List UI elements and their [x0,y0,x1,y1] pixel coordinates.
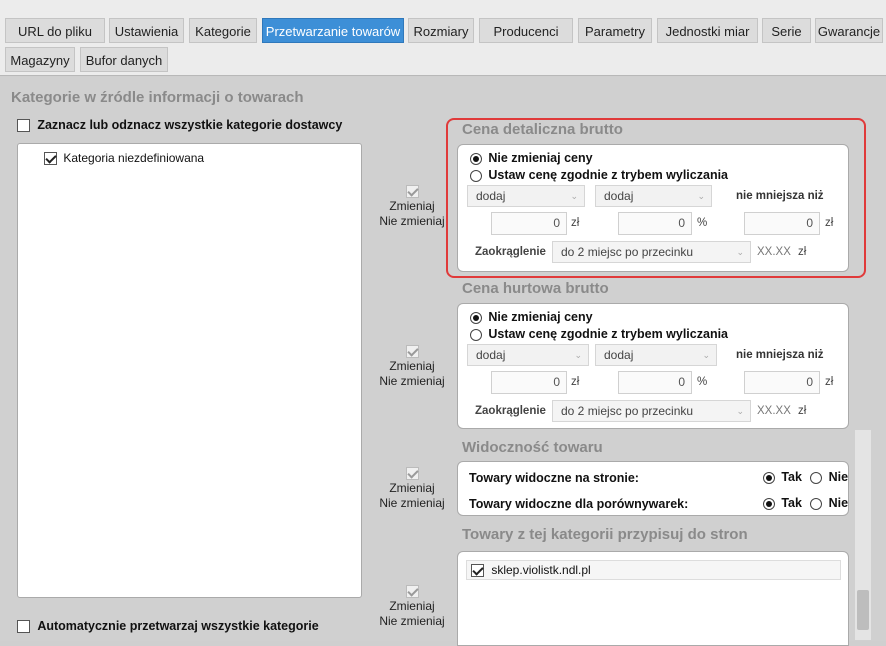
wholesale-round-select[interactable]: do 2 miejsc po przecinku ⌄ [552,400,751,422]
wholesale-calc-option[interactable]: Ustaw cenę zgodnie z trybem wyliczania [470,327,728,341]
tab-url[interactable]: URL do pliku [5,18,105,43]
visibility-row1-yes-radio[interactable] [763,471,775,484]
tab-sizes[interactable]: Rozmiary [408,18,474,43]
tab-warranty[interactable]: Gwarancje [815,18,883,43]
wholesale-calc-radio[interactable] [470,328,482,341]
category-checkbox[interactable] [44,152,57,166]
toggle-retail[interactable]: Zmieniaj Nie zmieniaj [376,184,448,229]
wholesale-val2-input[interactable]: 0 [618,371,692,394]
wholesale-min-label: nie mniejsza niż [736,349,824,361]
tab-producers[interactable]: Producenci [479,18,573,43]
visibility-row2-label: Towary widoczne dla porównywarek: [469,497,689,511]
toggle-line2: Nie zmieniaj [379,214,445,228]
toggle-stores-checkbox[interactable] [405,585,419,599]
category-list[interactable]: Kategoria niezdefiniowana [17,143,362,598]
yes-label: Tak [781,470,802,484]
tab-categories[interactable]: Kategorie [189,18,257,43]
wholesale-round-unit: zł [798,405,807,417]
wholesale-round-format: XX.XX [757,405,791,417]
wholesale-title: Cena hurtowa brutto [462,280,609,297]
chevron-down-icon: ⌄ [702,350,710,360]
store-label: sklep.violistk.ndl.pl [491,563,591,577]
toggle-retail-checkbox[interactable] [405,185,419,199]
wholesale-keep-label: Nie zmieniaj ceny [488,310,593,324]
wholesale-unit2: % [697,376,708,388]
highlight-box [446,118,866,278]
wholesale-op2-select[interactable]: dodaj ⌄ [595,344,717,366]
category-label: Kategoria niezdefiniowana [63,151,205,165]
visibility-row1-label: Towary widoczne na stronie: [469,471,639,485]
wholesale-keep-option[interactable]: Nie zmieniaj ceny [470,310,593,324]
wholesale-round-label: Zaokrąglenie [475,405,546,417]
tab-data-buffer[interactable]: Bufor danych [80,47,168,72]
wholesale-keep-radio[interactable] [470,311,482,324]
select-all-checkbox[interactable] [17,119,30,133]
tab-product-processing[interactable]: Przetwarzanie towarów [262,18,404,43]
toggle-line1: Zmieniaj [389,359,435,373]
stores-title: Towary z tej kategorii przypisuj do stro… [462,526,748,543]
toggle-visibility-checkbox[interactable] [405,467,419,481]
wholesale-val1-input[interactable]: 0 [491,371,567,394]
tab-units[interactable]: Jednostki miar [657,18,758,43]
yes-label: Tak [781,496,802,510]
wholesale-op1-select[interactable]: dodaj ⌄ [467,344,589,366]
wholesale-round-value: do 2 miejsc po przecinku [561,404,694,418]
toggle-line1: Zmieniaj [389,481,435,495]
toggle-wholesale-checkbox[interactable] [405,345,419,359]
auto-process-label: Automatycznie przetwarzaj wszystkie kate… [37,619,319,633]
tab-bar: URL do pliku Ustawienia Kategorie Przetw… [0,0,886,76]
visibility-row2-no-radio[interactable] [810,497,823,510]
toggle-line2: Nie zmieniaj [379,496,445,510]
store-checkbox[interactable] [471,564,484,578]
list-item[interactable]: Kategoria niezdefiniowana [44,151,205,166]
wholesale-op1-value: dodaj [476,348,506,362]
auto-process-checkbox[interactable] [17,620,30,634]
wholesale-val3-input[interactable]: 0 [744,371,820,394]
wholesale-unit1: zł [571,376,580,388]
scrollbar-thumb[interactable] [857,590,869,630]
visibility-row2-yes-radio[interactable] [763,497,775,510]
wholesale-panel: Nie zmieniaj ceny Ustaw cenę zgodnie z t… [457,303,849,429]
toggle-line1: Zmieniaj [389,199,435,213]
visibility-row1-options: Tak Nie [763,470,848,484]
wholesale-unit3: zł [825,376,834,388]
toggle-line2: Nie zmieniaj [379,614,445,628]
categories-title: Kategorie w źródle informacji o towarach [11,89,304,106]
list-item[interactable]: sklep.violistk.ndl.pl [466,560,841,580]
visibility-panel: Towary widoczne na stronie: Tak Nie Towa… [457,461,849,516]
visibility-row2-options: Tak Nie [763,496,848,510]
chevron-down-icon: ⌄ [574,350,582,360]
wholesale-op2-value: dodaj [604,348,634,362]
visibility-row1-no-radio[interactable] [810,471,823,484]
toggle-line1: Zmieniaj [389,599,435,613]
auto-process-row[interactable]: Automatycznie przetwarzaj wszystkie kate… [17,619,319,634]
wholesale-calc-label: Ustaw cenę zgodnie z trybem wyliczania [488,327,728,341]
visibility-title: Widoczność towaru [462,439,603,456]
tab-parameters[interactable]: Parametry [578,18,652,43]
tab-series[interactable]: Serie [762,18,811,43]
toggle-wholesale[interactable]: Zmieniaj Nie zmieniaj [376,344,448,389]
tab-warehouses[interactable]: Magazyny [5,47,75,72]
toggle-line2: Nie zmieniaj [379,374,445,388]
no-label: Nie [828,470,849,484]
no-label: Nie [828,496,849,510]
toggle-stores[interactable]: Zmieniaj Nie zmieniaj [376,584,448,629]
select-all-row[interactable]: Zaznacz lub odznacz wszystkie kategorie … [17,118,343,133]
stores-panel: sklep.violistk.ndl.pl [457,551,849,646]
toggle-visibility[interactable]: Zmieniaj Nie zmieniaj [376,466,448,511]
tab-settings[interactable]: Ustawienia [109,18,184,43]
select-all-label: Zaznacz lub odznacz wszystkie kategorie … [37,118,343,132]
vertical-scrollbar[interactable] [855,430,871,640]
chevron-down-icon: ⌄ [736,406,744,416]
